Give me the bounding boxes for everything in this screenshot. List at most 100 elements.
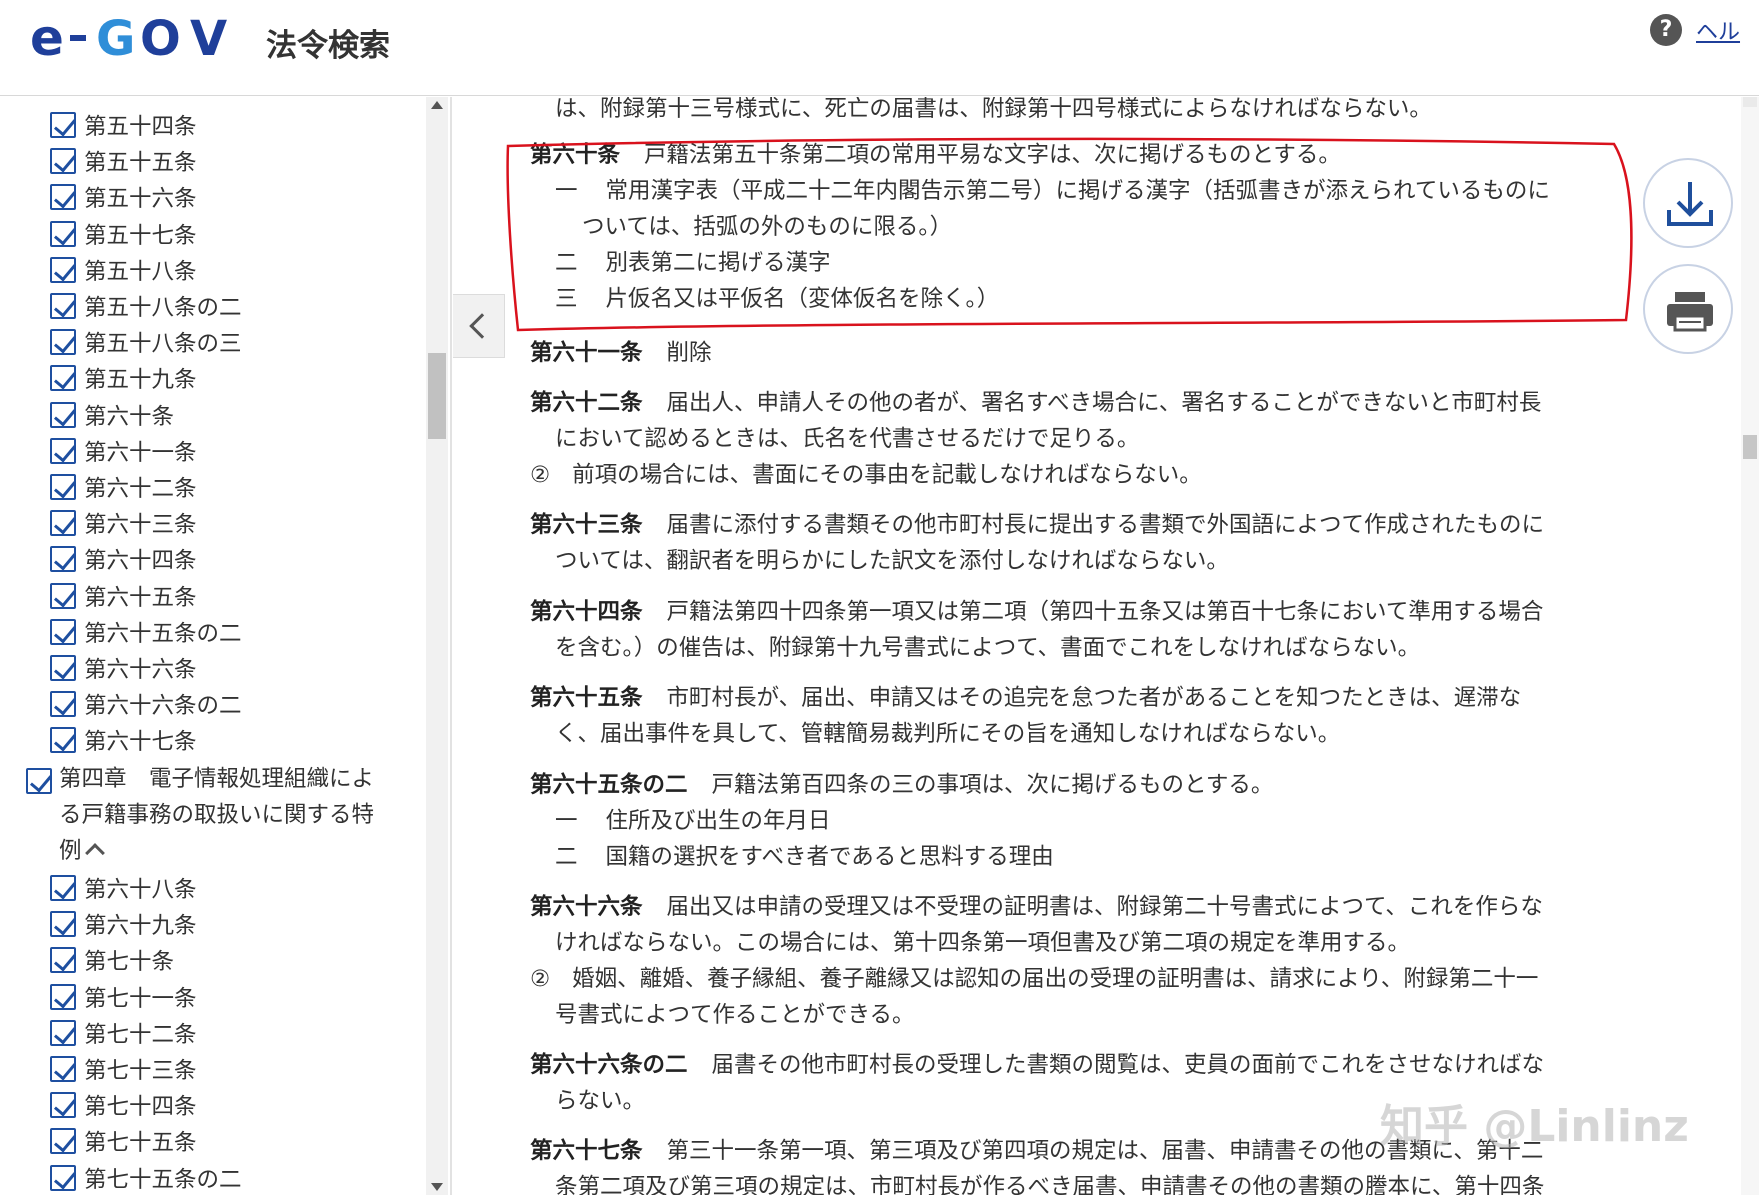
checkbox[interactable] — [50, 1128, 76, 1155]
toc-article-item[interactable]: 第七十一条 — [50, 981, 197, 1013]
checkbox[interactable] — [50, 329, 76, 356]
checkbox[interactable] — [50, 1164, 76, 1191]
toc-item-label: 第五十五条 — [84, 150, 197, 177]
scrollbar-track — [1743, 97, 1757, 107]
article-65: 第六十五条 市町村長が、届出、申請又はその追完を怠つた者があることを知つたときは、… — [530, 685, 1522, 747]
print-button[interactable] — [1643, 264, 1733, 354]
checkbox[interactable] — [50, 112, 76, 138]
toc-article-item[interactable]: 第七十二条 — [50, 1017, 197, 1049]
toc-item-label: 第五十四条 — [84, 114, 197, 140]
checkbox[interactable] — [50, 875, 76, 901]
printer-icon — [1667, 292, 1713, 332]
article-fragment: は、附録第十三号様式に、死亡の届書は、附録第十四号様式によらなければならない。 — [555, 97, 1432, 122]
article-number: 第六十七条 — [530, 1138, 643, 1164]
watermark: 知乎 @Linlinz — [1380, 1101, 1689, 1152]
article-64: 第六十四条 戸籍法第四十四条第一項又は第二項（第四十五条又は第百十七条において準用… — [530, 599, 1544, 661]
download-button[interactable] — [1643, 158, 1733, 248]
checkbox[interactable] — [50, 691, 76, 718]
checkbox[interactable] — [50, 947, 76, 974]
toc-article-item[interactable]: 第五十九条 — [50, 362, 197, 394]
toc-article-item[interactable]: 第六十一条 — [50, 435, 197, 467]
toc-item-label: 第六十四条 — [84, 548, 197, 575]
checkbox[interactable] — [50, 983, 76, 1010]
checkbox[interactable] — [50, 184, 76, 211]
toc-item-label: 第七十五条の二 — [84, 1166, 242, 1193]
checkbox[interactable] — [50, 293, 76, 319]
article-number: 第六十条 — [530, 142, 621, 168]
toc-article-item[interactable]: 第五十七条 — [50, 218, 197, 250]
help-link[interactable]: ヘル — [1696, 14, 1740, 46]
chevron-up-icon[interactable] — [84, 843, 105, 863]
toc-article-item[interactable]: 第五十八条の三 — [50, 326, 242, 358]
toc-item-label: 第六十条 — [84, 403, 175, 430]
checkbox[interactable] — [50, 365, 76, 392]
toc-article-item[interactable]: 第七十三条 — [50, 1053, 197, 1085]
toc-item-label: 第六十八条 — [84, 877, 197, 903]
help-icon[interactable]: ? — [1650, 14, 1682, 46]
checkbox[interactable] — [50, 437, 76, 464]
checkbox[interactable] — [50, 618, 76, 645]
toc-item-label: 第六十五条 — [84, 584, 197, 611]
egov-logo[interactable]: e G O V — [30, 9, 245, 74]
toc-article-item[interactable]: 第五十八条の二 — [50, 290, 242, 322]
article-63: 第六十三条 届書に添付する書類その他市町村長に提出する書類で外国語によつて作成され… — [530, 512, 1545, 574]
toc-item-label: 第六十二条 — [84, 476, 197, 502]
article-number: 第六十六条の二 — [530, 1052, 688, 1078]
checkbox[interactable] — [50, 1019, 76, 1046]
toc-item-label: 第五十八条の三 — [84, 331, 242, 358]
checkbox[interactable] — [50, 727, 76, 754]
checkbox[interactable] — [50, 546, 76, 573]
toc-article-item[interactable]: 第六十二条 — [50, 471, 197, 503]
toc-article-item[interactable]: 第五十四条 — [50, 109, 197, 141]
chapter-line: 例 — [59, 838, 82, 864]
checkbox[interactable] — [50, 510, 76, 537]
content-scrollbar[interactable] — [1741, 97, 1759, 1195]
sidebar-scrollbar[interactable] — [426, 97, 448, 1195]
toc-article-item[interactable]: 第七十五条の二 — [50, 1162, 242, 1194]
checkbox[interactable] — [50, 220, 76, 247]
checkbox[interactable] — [50, 401, 76, 428]
toc-item-label: 第七十二条 — [84, 1021, 197, 1048]
egov-logo-mark: e G O V — [30, 9, 227, 67]
toc-article-item[interactable]: 第六十三条 — [50, 507, 197, 539]
article-number: 第六十二条 — [530, 390, 643, 416]
checkbox[interactable] — [50, 1056, 76, 1082]
toc-item-label: 第六十五条の二 — [84, 620, 242, 647]
toc-article-item[interactable]: 第六十八条 — [50, 872, 197, 904]
scroll-up-arrow-icon[interactable] — [431, 101, 443, 109]
checkbox[interactable] — [26, 768, 52, 794]
toc-article-item[interactable]: 第五十六条 — [50, 181, 197, 213]
toc-item-label: 第五十七条 — [84, 222, 197, 249]
scrollbar-thumb[interactable] — [1743, 435, 1757, 459]
scroll-down-arrow-icon[interactable] — [431, 1183, 443, 1191]
toc-article-item[interactable]: 第六十四条 — [50, 543, 197, 575]
toc-article-item[interactable]: 第六十条 — [50, 399, 174, 431]
panel-divider — [450, 97, 452, 1195]
toc-article-item[interactable]: 第七十四条 — [50, 1089, 197, 1121]
toc-article-item[interactable]: 第六十九条 — [50, 908, 197, 940]
svg-text:O: O — [140, 13, 183, 63]
checkbox[interactable] — [50, 1092, 76, 1119]
checkbox[interactable] — [50, 474, 76, 500]
checkbox[interactable] — [50, 256, 76, 283]
checkbox[interactable] — [50, 911, 76, 938]
toc-article-item[interactable]: 第七十五条 — [50, 1125, 197, 1157]
toc-item-label: 第六十三条 — [84, 512, 197, 539]
toc-item-label: 第六十七条 — [84, 729, 197, 756]
checkbox[interactable] — [50, 582, 76, 609]
checkbox[interactable] — [50, 655, 76, 681]
checkbox[interactable] — [50, 148, 76, 175]
toc-article-item[interactable]: 第五十八条 — [50, 254, 197, 286]
toc-article-item[interactable]: 第六十六条 — [50, 652, 197, 684]
toc-article-item[interactable]: 第五十五条 — [50, 145, 197, 177]
toc-article-item[interactable]: 第六十六条の二 — [50, 688, 242, 720]
toc-item-label: 第七十三条 — [84, 1058, 197, 1084]
toc-article-item[interactable]: 第六十五条 — [50, 580, 197, 612]
toc-item-label: 第五十九条 — [84, 367, 197, 394]
toc-article-item[interactable]: 第六十五条の二 — [50, 616, 242, 648]
toc-article-item[interactable]: 第六十七条 — [50, 724, 197, 756]
toc-article-item[interactable]: 第七十条 — [50, 944, 174, 976]
article-number: 第六十五条の二 — [530, 772, 688, 798]
scrollbar-thumb[interactable] — [428, 353, 446, 439]
collapse-sidebar-button[interactable] — [453, 294, 505, 358]
